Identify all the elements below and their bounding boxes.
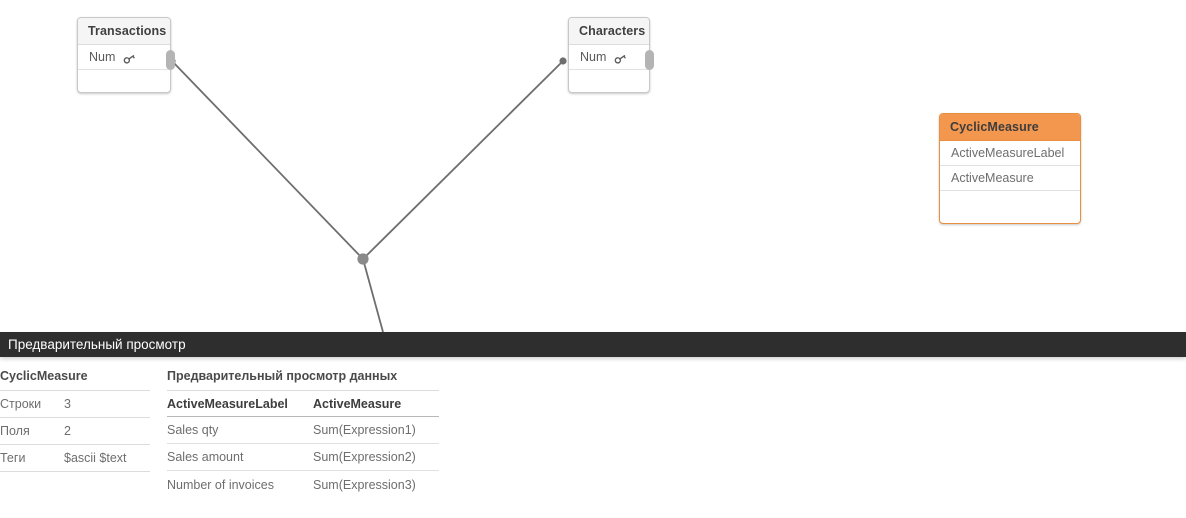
key-icon [614,52,627,65]
table-row: Sales qty Sum(Expression1) [167,417,439,444]
metadata-table-name: CyclicMeasure [0,369,150,391]
column-header[interactable]: ActiveMeasureLabel [167,397,313,411]
link-down[interactable] [362,258,384,332]
preview-panel: Предварительный просмотр CyclicMeasure С… [0,332,1186,518]
table-node-fields: ActiveMeasureLabel ActiveMeasure [940,141,1080,205]
metadata-value: $ascii $text [64,451,127,465]
field-row-empty [940,191,1080,205]
table-node-fields: Num [78,45,170,84]
preview-body: CyclicMeasure Строки 3 Поля 2 Теги $asci… [0,357,1186,518]
metadata-label: Поля [0,424,30,438]
table-node-characters[interactable]: Characters Num [568,17,654,93]
metadata-row: Строки 3 [0,391,150,418]
metadata-row: Теги $ascii $text [0,445,150,472]
table-node-title: Characters [569,18,649,45]
data-preview-table: Предварительный просмотр данных ActiveMe… [167,369,439,498]
cell-active-measure: Sum(Expression2) [313,450,416,464]
field-label: ActiveMeasureLabel [951,146,1065,160]
table-node-transactions[interactable]: Transactions Num [77,17,175,93]
metadata-value: 3 [64,397,71,411]
metadata-label: Теги [0,451,26,465]
cell-active-measure-label: Sales qty [167,423,219,437]
field-row[interactable]: ActiveMeasureLabel [940,141,1080,166]
field-row[interactable]: Num [569,45,649,70]
field-row[interactable]: ActiveMeasure [940,166,1080,191]
table-row: Number of invoices Sum(Expression3) [167,471,439,498]
data-model-viewer: Transactions Num Characters Num CyclicMe… [0,0,1186,518]
field-row[interactable]: Num [78,45,170,70]
cell-active-measure: Sum(Expression1) [313,423,416,437]
node-handle-right[interactable] [645,50,654,70]
data-preview-header-row: ActiveMeasureLabel ActiveMeasure [167,391,439,417]
field-row-empty [78,70,170,84]
cell-active-measure: Sum(Expression3) [313,477,416,492]
table-metadata: CyclicMeasure Строки 3 Поля 2 Теги $asci… [0,369,150,472]
table-node-title: Transactions [78,18,170,45]
preview-title: Предварительный просмотр [8,337,186,352]
metadata-label: Строки [0,397,42,411]
link-junction-dot[interactable] [357,253,369,265]
table-node-cyclicmeasure[interactable]: CyclicMeasure ActiveMeasureLabel ActiveM… [939,113,1081,224]
field-label: Num [580,50,607,64]
cell-active-measure-label: Sales amount [167,450,244,464]
metadata-value: 2 [64,424,71,438]
field-label: ActiveMeasure [951,171,1034,185]
table-node-title: CyclicMeasure [940,114,1080,141]
metadata-row: Поля 2 [0,418,150,445]
link-endpoint-characters [559,57,567,65]
data-model-canvas[interactable]: Transactions Num Characters Num CyclicMe… [0,0,1186,332]
table-row: Sales amount Sum(Expression2) [167,444,439,471]
link-characters[interactable] [362,60,564,260]
data-preview-title: Предварительный просмотр данных [167,369,439,391]
link-transactions[interactable] [171,60,364,260]
table-node-fields: Num [569,45,649,84]
node-handle-right[interactable] [166,50,175,70]
column-header[interactable]: ActiveMeasure [313,397,439,411]
key-icon [123,52,136,65]
preview-header-bar[interactable]: Предварительный просмотр [0,332,1186,357]
field-row-empty [569,70,649,84]
cell-active-measure-label: Number of invoices [167,477,274,492]
field-label: Num [89,50,116,64]
